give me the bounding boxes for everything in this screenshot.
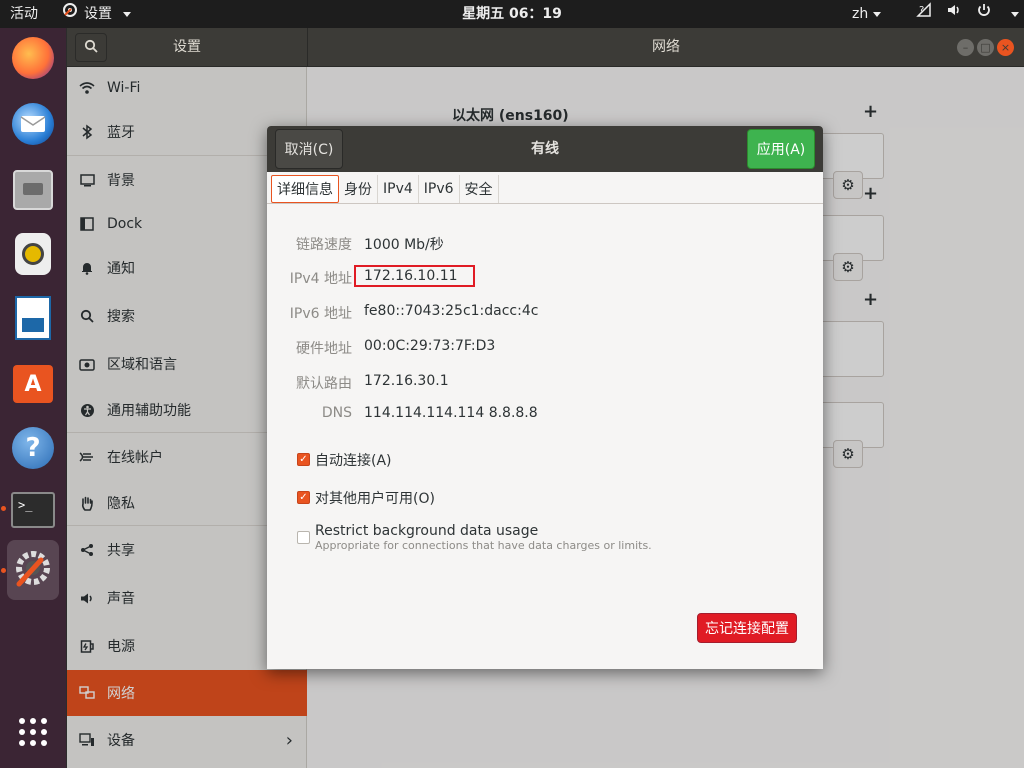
apply-button[interactable]: 应用(A): [747, 129, 815, 169]
auto-connect-checkbox[interactable]: ✓ 自动连接(A): [297, 450, 392, 470]
tab-security[interactable]: 安全: [460, 175, 499, 203]
rhythmbox-icon: [15, 233, 51, 275]
clock-label[interactable]: 星期五 06：19: [462, 6, 562, 22]
help-icon: ?: [12, 427, 54, 469]
dock-rhythmbox[interactable]: [7, 228, 59, 280]
close-icon: ×: [1000, 41, 1011, 54]
input-method-menu[interactable]: zh: [852, 0, 882, 28]
wired-connection-dialog: 取消(C) 有线 应用(A) 详细信息 身份 IPv4 IPv6 安全 链路速度…: [267, 126, 823, 669]
top-bar: 活动 设置 星期五 06：19 zh ?: [0, 0, 1024, 28]
running-indicator: [1, 506, 6, 511]
chevron-down-icon: [123, 11, 131, 17]
maximize-button[interactable]: □: [977, 39, 994, 56]
all-users-checkbox[interactable]: ✓ 对其他用户可用(O): [297, 488, 435, 508]
chevron-down-icon: [873, 11, 882, 17]
network-question-icon: ?: [916, 0, 932, 28]
all-users-label: 对其他用户可用(O): [315, 491, 435, 507]
files-icon: [13, 170, 53, 210]
dns-label: DNS: [321, 405, 352, 421]
tab-details[interactable]: 详细信息: [271, 175, 339, 203]
search-icon: [84, 39, 98, 57]
settings-app-icon: [62, 0, 78, 28]
dock-settings[interactable]: [7, 540, 59, 600]
window-controls: – □ ×: [957, 39, 1014, 56]
settings-icon: [11, 546, 55, 594]
forget-connection-button[interactable]: 忘记连接配置: [697, 613, 797, 643]
dock-help[interactable]: ?: [7, 422, 59, 474]
restrict-data-sublabel: Appropriate for connections that have da…: [315, 539, 652, 552]
app-menu[interactable]: 设置: [62, 0, 131, 28]
link-speed-label: 链路速度: [296, 237, 352, 253]
tab-ipv6[interactable]: IPv6: [419, 175, 460, 203]
lang-label: zh: [852, 6, 869, 22]
close-button[interactable]: ×: [997, 39, 1014, 56]
grid-icon: [18, 717, 48, 751]
writer-icon: [15, 296, 51, 340]
activities-button[interactable]: 活动: [10, 0, 38, 28]
default-route-label: 默认路由: [296, 376, 352, 392]
checkmark-icon: ✓: [297, 491, 310, 504]
restrict-data-checkbox[interactable]: Restrict background data usage Appropria…: [297, 523, 652, 552]
ipv4-address-label: IPv4 地址: [289, 271, 352, 287]
hardware-address-label: 硬件地址: [296, 341, 352, 357]
dock: A ? >_: [0, 28, 66, 768]
tab-identity[interactable]: 身份: [339, 175, 378, 203]
dock-thunderbird[interactable]: [7, 98, 59, 150]
minimize-button[interactable]: –: [957, 39, 974, 56]
dock-software[interactable]: A: [7, 358, 59, 410]
ipv4-address-value: 172.16.10.11: [364, 268, 458, 284]
tab-ipv4[interactable]: IPv4: [378, 175, 419, 203]
default-route-value: 172.16.30.1: [364, 373, 449, 389]
system-tray[interactable]: ?: [916, 0, 1019, 28]
dock-terminal[interactable]: >_: [7, 484, 59, 536]
maximize-icon: □: [980, 41, 991, 54]
search-button[interactable]: [75, 33, 107, 62]
svg-text:?: ?: [919, 5, 924, 16]
dock-show-apps[interactable]: [7, 708, 59, 760]
ipv6-address-label: IPv6 地址: [289, 306, 352, 322]
checkmark-icon: ✓: [297, 453, 310, 466]
volume-icon: [946, 0, 962, 28]
firefox-icon: [12, 37, 54, 79]
thunderbird-icon: [12, 103, 54, 145]
terminal-icon: >_: [11, 492, 55, 528]
dns-value: 114.114.114.114 8.8.8.8: [364, 405, 538, 421]
page-title: 网络: [652, 39, 680, 55]
ipv6-address-value: fe80::7043:25c1:dacc:4c: [364, 303, 539, 319]
header-bar: 设置 网络 – □ ×: [67, 28, 1024, 67]
running-indicator: [1, 568, 6, 573]
hardware-address-value: 00:0C:29:73:7F:D3: [364, 338, 496, 354]
dock-writer[interactable]: [7, 292, 59, 344]
chevron-down-icon: [1011, 11, 1019, 17]
dock-firefox[interactable]: [7, 32, 59, 84]
dock-files[interactable]: [7, 164, 59, 216]
dialog-tabs: 详细信息 身份 IPv4 IPv6 安全: [267, 172, 823, 204]
dialog-header: 取消(C) 有线 应用(A): [267, 126, 823, 172]
checkbox-empty-icon: [297, 531, 310, 544]
dialog-title: 有线: [531, 141, 559, 157]
link-speed-value: 1000 Mb/秒: [364, 237, 444, 253]
restrict-data-label: Restrict background data usage: [315, 523, 539, 539]
app-menu-label: 设置: [84, 6, 112, 22]
power-icon: [976, 0, 992, 28]
cancel-button[interactable]: 取消(C): [275, 129, 343, 169]
auto-connect-label: 自动连接(A): [315, 453, 392, 469]
minimize-icon: –: [962, 41, 969, 54]
software-bag-icon: A: [13, 365, 53, 403]
